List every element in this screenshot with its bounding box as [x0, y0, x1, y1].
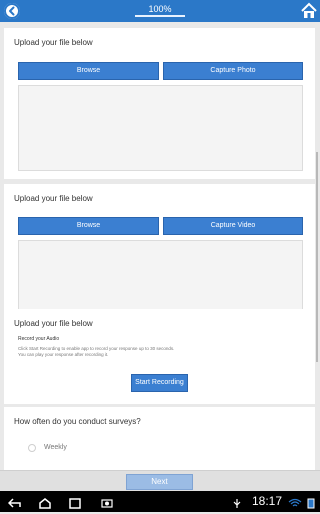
survey-question: How often do you conduct surveys? — [14, 417, 141, 426]
record-instructions-line2: You can play your response after recordi… — [18, 352, 109, 357]
top-bar: 100% — [0, 0, 320, 22]
photo-browse-button[interactable]: Browse — [18, 62, 159, 80]
back-nav-icon[interactable] — [7, 496, 22, 508]
radio-weekly[interactable] — [28, 444, 36, 452]
start-recording-button[interactable]: Start Recording — [131, 374, 188, 392]
system-navigation-bar: 18:17 — [0, 491, 320, 512]
clock: 18:17 — [252, 494, 283, 508]
record-audio-label: Record your Audio — [18, 336, 60, 342]
capture-video-button[interactable]: Capture Video — [163, 217, 303, 235]
home-icon[interactable] — [300, 2, 318, 20]
progress-text: 100% — [148, 4, 172, 14]
scrollbar[interactable] — [316, 152, 318, 362]
home-nav-icon[interactable] — [38, 496, 52, 509]
photo-card-title: Upload your file below — [14, 38, 93, 47]
survey-question-card: How often do you conduct surveys? Weekly — [4, 407, 315, 470]
progress-bar — [135, 15, 185, 17]
battery-icon — [304, 496, 318, 509]
audio-card-title: Upload your file below — [14, 319, 93, 328]
radio-weekly-label[interactable]: Weekly — [44, 444, 67, 451]
wifi-icon — [288, 496, 302, 507]
photo-dropzone[interactable] — [18, 85, 303, 171]
video-dropzone[interactable] — [18, 240, 303, 318]
capture-photo-button[interactable]: Capture Photo — [163, 62, 303, 80]
video-upload-card: Upload your file below Browse Capture Vi… — [4, 184, 315, 326]
audio-record-card: Upload your file below Record your Audio… — [4, 309, 315, 404]
footer-bar: Next — [0, 470, 320, 491]
screenshot-icon[interactable] — [100, 496, 114, 508]
next-button[interactable]: Next — [126, 474, 193, 490]
video-card-title: Upload your file below — [14, 194, 93, 203]
photo-upload-card: Upload your file below Browse Capture Ph… — [4, 28, 315, 179]
progress-bar-fill — [135, 15, 185, 17]
usb-icon — [230, 496, 244, 508]
video-browse-button[interactable]: Browse — [18, 217, 159, 235]
recent-apps-icon[interactable] — [68, 496, 82, 509]
form-content[interactable]: Upload your file below Browse Capture Ph… — [0, 22, 320, 470]
